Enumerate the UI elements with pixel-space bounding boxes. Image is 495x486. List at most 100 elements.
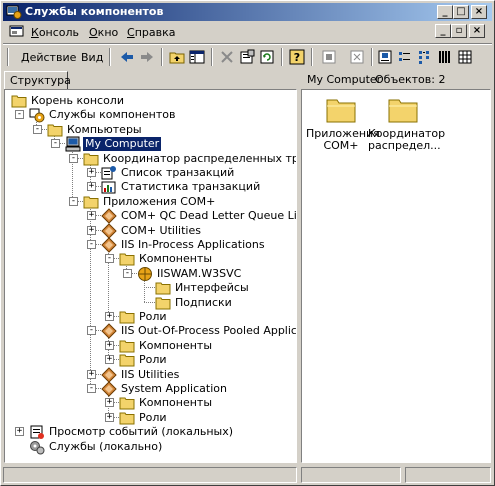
tree-node-label: My Computer — [81, 136, 163, 153]
expand-toggle[interactable]: + — [87, 211, 96, 221]
grid-view-icon[interactable] — [457, 49, 473, 65]
maximize-button[interactable]: □ — [453, 5, 469, 19]
folder-icon — [119, 354, 135, 367]
list-view-icon[interactable] — [417, 49, 433, 65]
tree-node-label: Компьютеры — [67, 122, 142, 136]
small-icons-view-icon[interactable] — [397, 49, 413, 65]
tree-node-label: System Application — [121, 382, 227, 395]
menu-console[interactable]: Консоль — [31, 26, 79, 39]
tree-node-label: Компоненты — [139, 396, 213, 410]
toolbar-grip — [7, 48, 9, 66]
tree-line — [144, 287, 155, 289]
tree-node-label: IIS Out-Of-Process Pooled Applications — [121, 324, 297, 338]
collapse-toggle[interactable]: - — [69, 153, 78, 163]
tree-node-label: Подписки — [175, 295, 232, 309]
properties-icon[interactable] — [239, 49, 255, 65]
expand-toggle[interactable]: + — [105, 312, 114, 321]
object-count: Объектов: 2 — [375, 73, 446, 86]
expand-toggle[interactable]: + — [105, 340, 114, 350]
tree-node-label: Статистика транзакций — [121, 180, 261, 194]
folder-icon — [119, 311, 135, 324]
minimize-button[interactable]: _ — [437, 5, 453, 19]
tree-node-label: COM+ Utilities — [121, 223, 201, 237]
list-pane[interactable]: Приложения COM+ Координатор распредел... — [301, 89, 491, 463]
collapse-toggle[interactable]: - — [33, 124, 42, 134]
computer-icon — [65, 136, 81, 152]
expand-toggle[interactable]: + — [87, 225, 96, 235]
large-icons-view-icon[interactable] — [377, 49, 393, 65]
tree-node-label: IIS Utilities — [121, 367, 180, 381]
list-item-label-line2: COM+ — [323, 139, 359, 152]
collapse-toggle[interactable]: - — [51, 139, 60, 149]
delete-icon[interactable] — [219, 49, 235, 65]
com-app-icon — [101, 381, 117, 397]
mdi-minimize-button[interactable]: _ — [435, 24, 451, 38]
tree-node-label: Компоненты — [139, 252, 213, 266]
list-item[interactable]: Координатор распредел... — [368, 96, 445, 152]
show-hide-tree-icon[interactable] — [189, 49, 205, 65]
tree-node-label: Роли — [139, 410, 167, 424]
toolbar-separator — [311, 48, 313, 66]
tree-pane[interactable]: Корень консоли - Службы компонентов - Компью… — [4, 89, 297, 463]
collapse-toggle[interactable]: - — [15, 110, 24, 120]
folder-icon — [83, 196, 99, 209]
folder-icon — [119, 412, 135, 425]
folder-icon — [11, 95, 27, 108]
expand-toggle[interactable]: + — [105, 355, 114, 365]
status-cell-2 — [301, 467, 401, 483]
folder-icon — [388, 99, 418, 123]
folder-icon — [47, 124, 63, 137]
expand-toggle[interactable]: + — [87, 182, 96, 192]
refresh-icon[interactable] — [259, 49, 275, 65]
close-button[interactable]: × — [471, 5, 487, 19]
toolbar-separator — [211, 48, 213, 66]
expand-toggle[interactable]: + — [105, 398, 114, 408]
expand-toggle[interactable]: + — [87, 369, 96, 379]
tree-node-label: Роли — [139, 310, 167, 323]
toolbar: Действие Вид ? — [3, 45, 492, 69]
tree-line — [144, 301, 155, 303]
tree-node-label: IISWAM.W3SVC — [157, 266, 242, 280]
menu-bar: Консоль Окно Справка _ ▫ × — [3, 22, 492, 42]
title-bar[interactable]: Службы компонентов _ □ × — [3, 3, 492, 21]
expand-toggle[interactable]: + — [15, 427, 24, 437]
component-icon — [138, 266, 152, 281]
menu-help[interactable]: Справка — [127, 26, 175, 39]
tree-node-label: Корень консоли — [31, 94, 124, 107]
menu-window[interactable]: Окно — [89, 26, 118, 39]
disabled-delete-icon[interactable] — [349, 49, 365, 65]
tree-node-label: Координатор распределенных транзакций — [103, 151, 296, 165]
svg-text:?: ? — [294, 51, 300, 64]
collapse-toggle[interactable]: - — [87, 240, 96, 249]
collapse-toggle[interactable]: - — [123, 268, 132, 278]
details-view-icon[interactable] — [437, 49, 453, 65]
forward-arrow-icon[interactable] — [139, 49, 155, 65]
collapse-toggle[interactable]: - — [69, 196, 78, 206]
status-cell-3 — [405, 467, 491, 483]
stop-icon[interactable] — [321, 49, 337, 65]
folder-icon — [83, 153, 99, 166]
list-item[interactable]: Приложения COM+ — [306, 96, 380, 152]
window-title: Службы компонентов — [25, 5, 164, 18]
tree-node-label: Интерфейсы — [175, 281, 249, 295]
tree-node-label: Компоненты — [139, 338, 213, 352]
tree-node-label: Роли — [139, 353, 167, 367]
mdi-close-button[interactable]: × — [469, 24, 485, 38]
tab-structure[interactable]: Структура — [4, 71, 71, 89]
collapse-toggle[interactable]: - — [105, 254, 114, 264]
main-window: Службы компонентов _ □ × Консоль Окно Сп… — [0, 0, 495, 486]
tree-node-label: Службы (локально) — [49, 439, 163, 453]
expand-toggle[interactable]: + — [87, 168, 96, 177]
folder-icon — [155, 297, 171, 310]
back-arrow-icon[interactable] — [119, 49, 135, 65]
mdi-restore-button[interactable]: ▫ — [451, 24, 467, 38]
help-icon[interactable]: ? — [289, 49, 305, 65]
current-location: My Computer — [307, 73, 382, 86]
action-menu-button[interactable]: Действие — [21, 51, 76, 64]
view-menu-button[interactable]: Вид — [81, 51, 103, 64]
collapse-toggle[interactable]: - — [87, 326, 96, 336]
up-folder-icon[interactable] — [169, 49, 185, 65]
expand-toggle[interactable]: + — [105, 412, 114, 422]
collapse-toggle[interactable]: - — [87, 384, 96, 393]
component-services-icon — [6, 5, 22, 19]
